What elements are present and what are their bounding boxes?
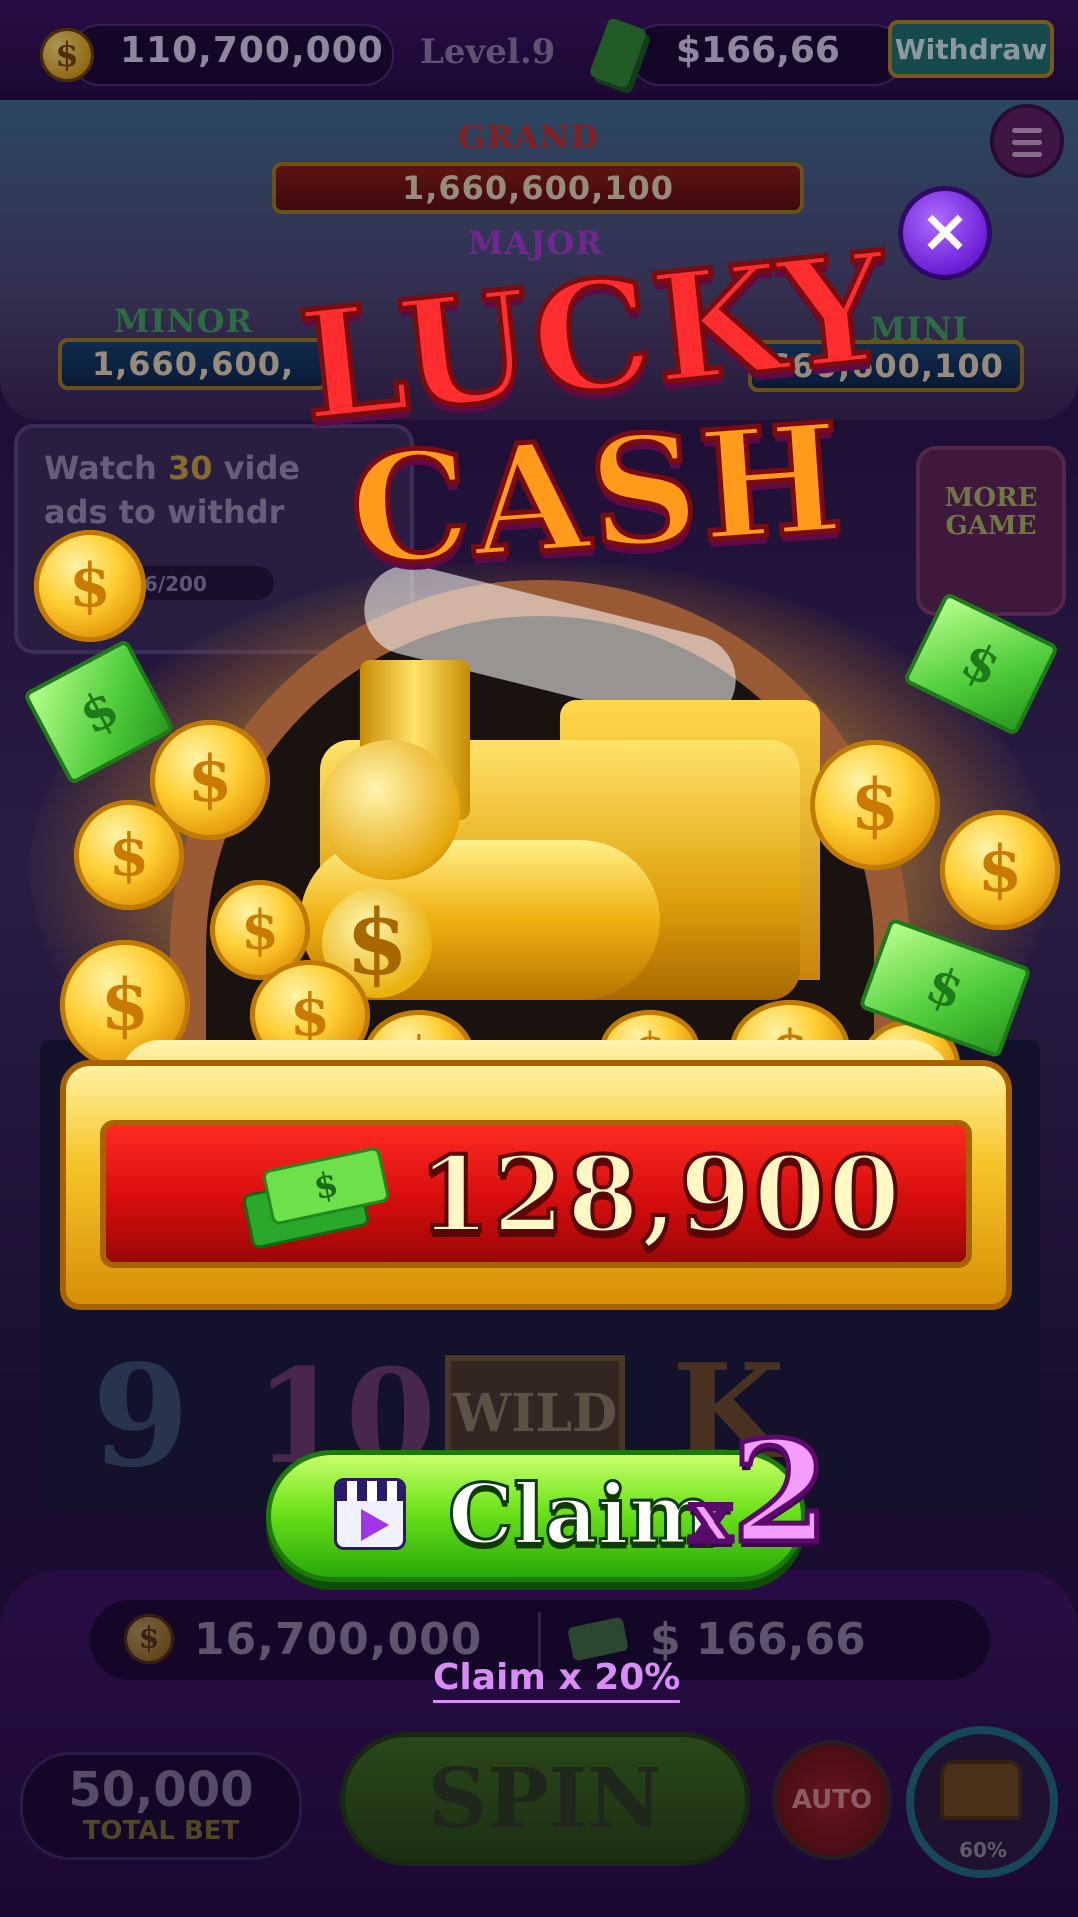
cash-stack-icon: $ (241, 1146, 391, 1250)
video-clapper-icon (334, 1478, 406, 1550)
claim-percent-link[interactable]: Claim x 20% (433, 1656, 681, 1703)
reward-amount: 128,900 (416, 1133, 903, 1256)
gold-coin-icon: $ (34, 530, 146, 642)
play-icon (361, 1509, 389, 1541)
cash-title: CASH (342, 387, 852, 602)
gold-coin-icon: $ (810, 740, 940, 870)
claim-multiplier: x2 (688, 1416, 832, 1592)
gold-coin-icon: $ (940, 810, 1060, 930)
train-headlight (320, 740, 460, 880)
claim-label: Claim (446, 1466, 716, 1565)
cash-bill-front: $ (261, 1146, 391, 1226)
clapper-stripe (337, 1481, 403, 1501)
gold-coin-icon: $ (74, 800, 184, 910)
multiplier-value: 2 (729, 1411, 831, 1575)
close-button[interactable]: × (898, 186, 992, 280)
multiplier-x: x (688, 1473, 735, 1561)
